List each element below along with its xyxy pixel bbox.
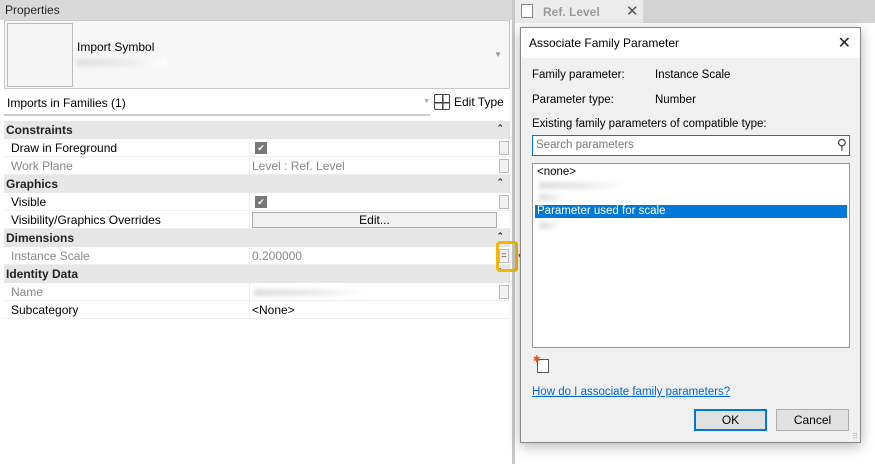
associate-param-button[interactable] — [499, 285, 509, 299]
row-label: Work Plane — [11, 159, 73, 173]
cancel-button[interactable]: Cancel — [776, 409, 849, 431]
section-dimensions[interactable]: Dimensions ⌃ — [4, 229, 510, 247]
visible-checkbox[interactable]: ✔ — [255, 196, 267, 208]
family-parameter-label: Family parameter: — [532, 69, 625, 81]
type-thumbnail — [7, 23, 73, 87]
search-placeholder: Search parameters — [536, 139, 634, 151]
section-label: Graphics — [6, 177, 59, 191]
family-parameter-value: Instance Scale — [655, 69, 731, 81]
edit-type-button[interactable]: Edit Type — [434, 94, 504, 110]
name-value-blurred — [254, 289, 364, 296]
row-label: Name — [11, 285, 44, 299]
row-label: Visibility/Graphics Overrides — [11, 213, 161, 227]
resize-grip-icon[interactable]: ⠿ — [852, 432, 858, 441]
type-selector[interactable]: Import Symbol ▼ — [4, 20, 510, 89]
row-work-plane: Work Plane Level : Ref. Level — [4, 157, 510, 175]
list-item-selected[interactable]: Parameter used for scale — [535, 205, 847, 218]
row-instance-scale: Instance Scale 0.200000 = — [4, 247, 510, 265]
view-tab-ref-level[interactable]: Ref. Level ✕ — [515, 0, 643, 23]
row-value: 0.200000 — [252, 249, 303, 263]
properties-panel: Properties Import Symbol ▼ Imports in Fa… — [0, 0, 512, 464]
row-subcategory: Subcategory <None> — [4, 301, 510, 319]
help-link[interactable]: How do I associate family parameters? — [532, 386, 730, 398]
edit-type-icon — [434, 94, 450, 110]
list-item-blurred[interactable] — [539, 222, 559, 229]
edit-vg-button[interactable]: Edit... — [252, 212, 497, 228]
chevron-down-icon[interactable]: ▼ — [494, 50, 502, 59]
type-name: Import Symbol — [77, 40, 155, 54]
section-graphics[interactable]: Graphics ⌃ — [4, 175, 510, 193]
new-parameter-icon[interactable]: ✱ — [533, 354, 549, 373]
list-item-blurred[interactable] — [539, 182, 624, 189]
parameter-list[interactable]: <none> Parameter used for scale — [532, 163, 850, 348]
chevron-down-icon: ▼ — [423, 98, 430, 105]
edit-type-label: Edit Type — [454, 95, 504, 109]
row-vg-overrides: Visibility/Graphics Overrides Edit... — [4, 211, 510, 229]
draw-in-foreground-checkbox[interactable]: ✔ — [255, 142, 267, 154]
instance-filter-dropdown[interactable]: Imports in Families (1) ▼ — [4, 92, 430, 116]
close-icon[interactable]: ✕ — [838, 33, 851, 53]
search-icon[interactable]: ⚲ — [837, 136, 847, 153]
row-value: Level : Ref. Level — [252, 159, 345, 173]
section-label: Constraints — [6, 123, 73, 137]
subcategory-dropdown[interactable]: <None> — [252, 303, 295, 317]
close-icon[interactable]: ✕ — [626, 2, 639, 20]
collapse-icon[interactable]: ⌃ — [496, 123, 504, 134]
dialog-title: Associate Family Parameter — [529, 36, 680, 50]
section-identity-data[interactable]: Identity Data ⌃ — [4, 265, 510, 283]
dialog-title-bar: Associate Family Parameter ✕ — [521, 28, 860, 58]
type-subname-blurred — [77, 59, 167, 66]
row-label: Subcategory — [11, 303, 79, 317]
row-label: Instance Scale — [11, 249, 90, 263]
section-label: Identity Data — [6, 267, 79, 281]
row-label: Visible — [11, 195, 47, 209]
tab-label: Ref. Level — [543, 5, 600, 19]
row-label: Draw in Foreground — [11, 141, 118, 155]
associate-family-parameter-dialog: Associate Family Parameter ✕ Family para… — [520, 27, 861, 443]
list-item-none[interactable]: <none> — [535, 166, 847, 179]
parameter-type-value: Number — [655, 94, 696, 106]
section-label: Dimensions — [6, 231, 75, 245]
row-draw-in-foreground: Draw in Foreground ✔ — [4, 139, 510, 157]
associate-param-button[interactable] — [499, 141, 509, 155]
properties-title: Properties — [0, 0, 512, 20]
parameter-type-label: Parameter type: — [532, 94, 614, 106]
filter-label: Imports in Families (1) — [7, 96, 126, 110]
associate-param-button[interactable] — [499, 159, 509, 173]
row-visible: Visible ✔ — [4, 193, 510, 211]
search-input[interactable]: Search parameters ⚲ — [532, 135, 850, 156]
existing-parameters-label: Existing family parameters of compatible… — [532, 118, 767, 130]
view-icon — [521, 4, 533, 18]
associate-param-button[interactable] — [499, 195, 509, 209]
list-item-blurred[interactable] — [539, 194, 564, 201]
ok-button[interactable]: OK — [694, 409, 767, 431]
row-name: Name — [4, 283, 510, 301]
section-constraints[interactable]: Constraints ⌃ — [4, 121, 510, 139]
collapse-icon[interactable]: ⌃ — [496, 177, 504, 188]
